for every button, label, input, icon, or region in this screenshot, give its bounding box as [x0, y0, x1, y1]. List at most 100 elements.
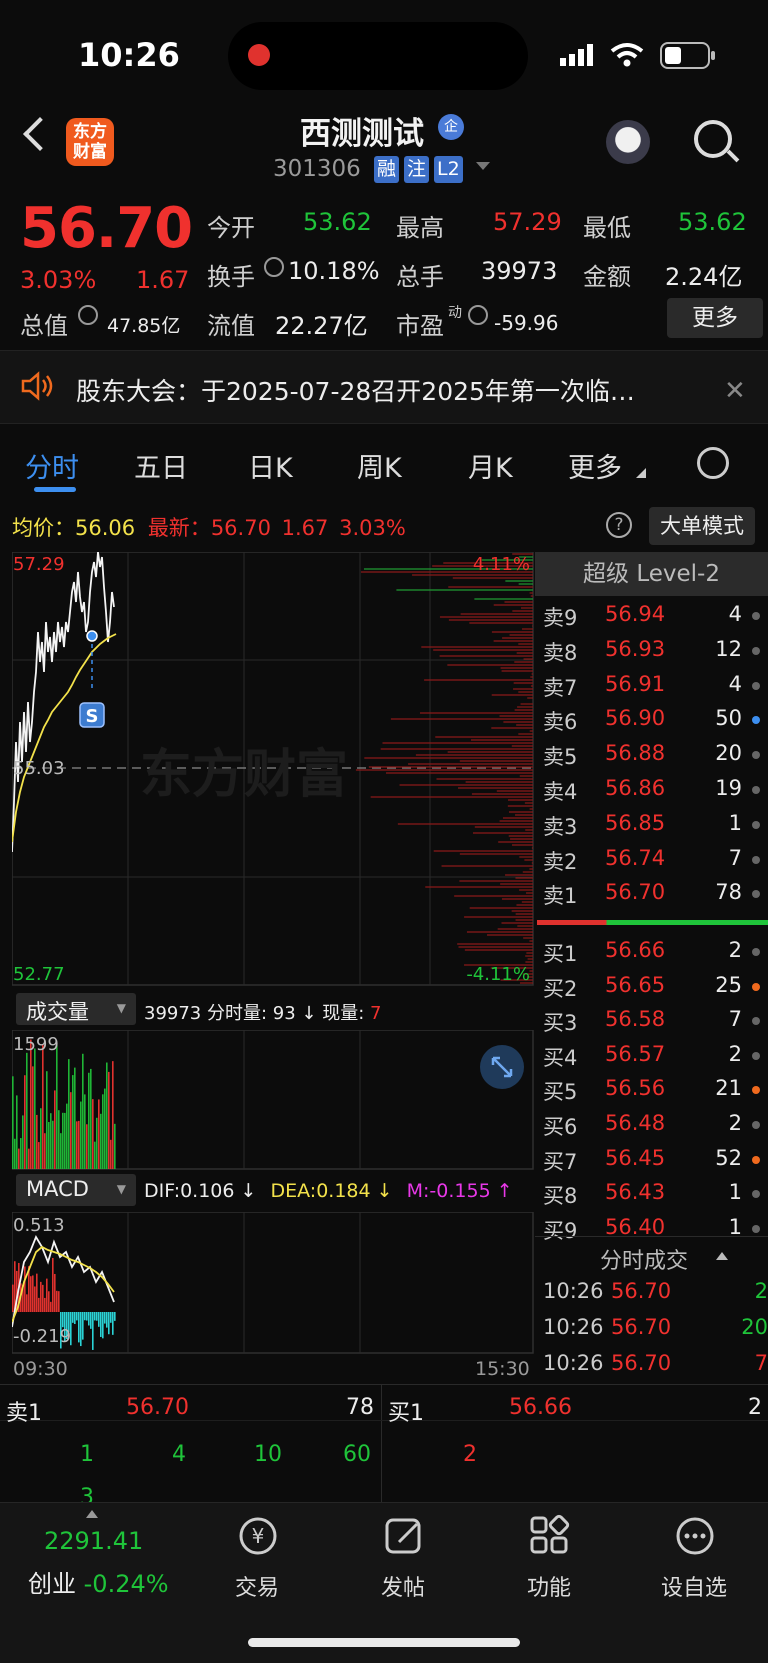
macd-bar	[112, 1312, 114, 1335]
macd-bar	[30, 1276, 32, 1312]
macd-bar	[106, 1312, 108, 1328]
float-label: 流值	[207, 312, 255, 340]
ask-row[interactable]: 卖1 56.70 78	[535, 876, 768, 910]
macd-selector-label: MACD	[26, 1177, 89, 1201]
ask-row[interactable]: 卖9 56.94 4	[535, 598, 768, 632]
index-change[interactable]: 创业 -0.24%	[28, 1564, 169, 1599]
tab-weekly-k[interactable]: 周K	[357, 446, 402, 485]
level-label: 买2	[543, 976, 578, 1001]
bid-row[interactable]: 买7 56.45 52	[535, 1142, 768, 1176]
bid-row[interactable]: 买8 56.43 1	[535, 1176, 768, 1210]
trade-row: 10:26 56.70 20	[543, 1315, 768, 1349]
info-icon[interactable]	[264, 257, 284, 277]
turnover-label: 换手	[207, 263, 255, 291]
time-start-label: 09:30	[13, 1358, 68, 1380]
chevron-up-icon[interactable]	[716, 1252, 728, 1260]
bid-row[interactable]: 买5 56.56 21	[535, 1072, 768, 1106]
functions-icon[interactable]	[528, 1514, 572, 1558]
bid-row[interactable]: 买1 56.66 2	[535, 934, 768, 968]
macd-bar	[44, 1297, 46, 1312]
now-volume: 7	[370, 1003, 382, 1024]
index-pct: -0.24%	[83, 1570, 169, 1598]
nav-watchlist[interactable]: 设自选	[644, 1570, 744, 1602]
ask-row[interactable]: 卖2 56.74 7	[535, 842, 768, 876]
volume-bar	[94, 1141, 96, 1169]
macd-selector[interactable]: MACD ▼	[16, 1174, 136, 1206]
ask-row[interactable]: 卖7 56.91 4	[535, 668, 768, 702]
macd-bar	[94, 1312, 96, 1321]
bid-row[interactable]: 买4 56.57 2	[535, 1038, 768, 1072]
chevron-down-icon: ▼	[116, 1182, 126, 1196]
stock-code: 301306	[273, 156, 361, 182]
level-price: 56.56	[605, 1076, 666, 1101]
macd-chart[interactable]: 0.513 -0.219	[12, 1212, 534, 1354]
battery-icon	[660, 42, 715, 69]
volume-selector[interactable]: 成交量 ▼	[16, 993, 136, 1025]
ask-row[interactable]: 卖4 56.86 19	[535, 772, 768, 806]
volume-bar	[30, 1039, 32, 1169]
volume-bar	[72, 1075, 74, 1169]
tab-daily-k[interactable]: 日K	[248, 446, 293, 485]
macd-bar	[108, 1312, 110, 1335]
ask-row[interactable]: 卖6 56.90 50	[535, 702, 768, 736]
trade-time: 10:26	[543, 1279, 604, 1303]
avg-label: 均价：	[12, 516, 75, 540]
tab-more[interactable]: 更多	[568, 446, 622, 485]
volume-bar	[46, 1071, 48, 1169]
watermark: 东方财富	[140, 745, 348, 805]
volume-bar	[32, 1066, 34, 1169]
collapse-up-icon[interactable]	[86, 1510, 98, 1518]
volume-chart[interactable]: 1599	[12, 1030, 534, 1170]
volume-bar	[42, 1044, 44, 1169]
ask-row[interactable]: 卖3 56.85 1	[535, 807, 768, 841]
big-order-mode-button[interactable]: 大单模式	[649, 507, 755, 545]
price-chart[interactable]: 东方财富 S 57.29 55.03 52.77 4.11% -4.11%	[12, 552, 534, 986]
tab-monthly-k[interactable]: 月K	[468, 446, 513, 485]
close-icon[interactable]: ✕	[724, 376, 746, 406]
bid-row[interactable]: 买2 56.65 25	[535, 969, 768, 1003]
tab-five-day[interactable]: 五日	[134, 446, 188, 485]
bottom-pct-label: -4.11%	[466, 964, 530, 985]
trades-title[interactable]: 分时成交	[600, 1243, 688, 1275]
nav-trade[interactable]: 交易	[207, 1570, 307, 1602]
level-price: 56.90	[605, 706, 666, 731]
volume-bar	[18, 1148, 20, 1169]
info-icon[interactable]	[78, 305, 98, 325]
divider	[0, 1384, 768, 1385]
chevron-down-icon[interactable]	[476, 162, 490, 172]
bid-row[interactable]: 买6 56.48 2	[535, 1107, 768, 1141]
stock-name[interactable]: 西测测试	[300, 108, 424, 153]
macd-bar	[114, 1312, 116, 1321]
info-icon[interactable]	[468, 305, 488, 325]
more-button[interactable]: 更多	[667, 298, 763, 338]
post-icon[interactable]	[383, 1514, 427, 1558]
volume-bar	[106, 1062, 108, 1169]
index-value[interactable]: 2291.41	[44, 1527, 143, 1555]
watchlist-icon[interactable]	[673, 1514, 717, 1558]
robot-assistant-icon[interactable]	[606, 120, 650, 164]
nav-post[interactable]: 发帖	[353, 1570, 453, 1602]
bid-row[interactable]: 买3 56.58 7	[535, 1003, 768, 1037]
macd-bar	[80, 1312, 82, 1347]
nav-functions[interactable]: 功能	[499, 1570, 599, 1602]
volume-bars	[12, 1039, 116, 1169]
volume-bar	[74, 1067, 76, 1169]
level2-header[interactable]: 超级 Level-2	[535, 552, 768, 596]
level-label: 买4	[543, 1045, 578, 1070]
back-icon[interactable]	[23, 117, 57, 151]
volume-value: 39973	[481, 257, 558, 285]
macd-bar	[92, 1312, 94, 1350]
gear-icon[interactable]	[697, 447, 729, 479]
tab-intraday[interactable]: 分时	[25, 446, 79, 485]
help-icon[interactable]: ?	[606, 512, 632, 538]
notice-text[interactable]: 股东大会：于2025-07-28召开2025年第一次临…	[76, 372, 635, 408]
level-label: 买1	[543, 942, 578, 966]
bid-row[interactable]: 买9 56.40 1	[535, 1211, 768, 1245]
ask-row[interactable]: 卖8 56.93 12	[535, 633, 768, 667]
level-label: 卖5	[543, 745, 578, 770]
status-dot-icon	[752, 820, 760, 829]
volume-bar	[96, 1117, 98, 1169]
ask-row[interactable]: 卖5 56.88 20	[535, 737, 768, 771]
trade-icon[interactable]: ¥	[236, 1514, 280, 1558]
volume-bar	[80, 1101, 82, 1169]
